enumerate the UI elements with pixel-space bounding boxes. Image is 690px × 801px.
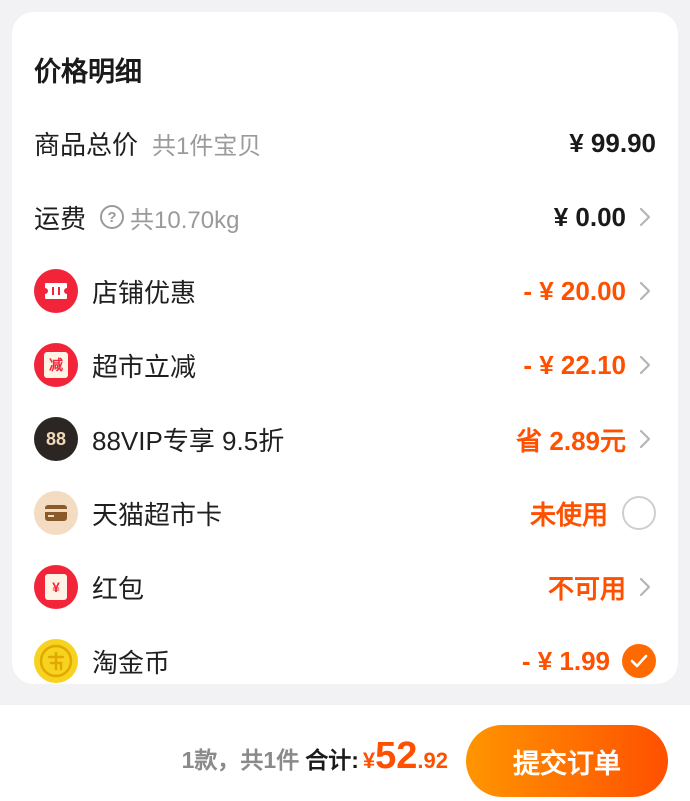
row-label: 超市立减 [92, 351, 197, 382]
goods-total-value: ¥ 99.90 [569, 127, 656, 158]
row-label: 天猫超市卡 [92, 499, 223, 530]
taobao-coin-icon [34, 639, 78, 683]
vip-88-text: 88 [45, 428, 67, 449]
chevron-right-icon [634, 428, 656, 450]
red-envelope-status: 不可用 [547, 573, 626, 604]
market-card-icon [34, 491, 78, 535]
row-label: 淘金币 [92, 647, 171, 678]
row-red-envelope[interactable]: ¥ 红包 不可用 [12, 550, 678, 624]
vip-88-icon: 88 [34, 417, 78, 461]
chevron-right-icon [634, 576, 656, 598]
shop-discount-value: - ¥ 20.00 [523, 275, 626, 306]
total-label: 合计: [305, 747, 359, 773]
price-detail-card: 价格明细 商品总价 共1件宝贝 ¥ 99.90 运费 ? 共10.70kg ¥ … [12, 12, 678, 684]
row-88vip[interactable]: 88 88VIP专享 9.5折 省 2.89元 [12, 402, 678, 476]
shipping-value: ¥ 0.00 [553, 201, 626, 232]
market-reduction-value: - ¥ 22.10 [523, 349, 626, 380]
red-envelope-symbol: ¥ [45, 574, 67, 600]
row-shop-discount[interactable]: 店铺优惠 - ¥ 20.00 [12, 254, 678, 328]
reduce-badge-text: 减 [44, 352, 68, 378]
chevron-right-icon [634, 280, 656, 302]
checkout-bar: 1款，共1件 合计: ¥ 52 .92 提交订单 [0, 705, 690, 801]
row-sublabel: 共10.70kg [130, 206, 240, 234]
item-count: 1款，共1件 [181, 747, 300, 773]
row-taobao-coin[interactable]: 淘金币 - ¥ 1.99 [12, 624, 678, 698]
taobao-coin-value: - ¥ 1.99 [521, 645, 610, 676]
reduce-badge-icon: 减 [34, 343, 78, 387]
market-card-status: 未使用 [529, 499, 608, 530]
row-sublabel: 共1件宝贝 [152, 132, 262, 160]
row-tmall-market-card[interactable]: 天猫超市卡 未使用 [12, 476, 678, 550]
row-label: 商品总价 [34, 129, 139, 160]
market-card-radio[interactable] [622, 496, 656, 530]
row-label: 店铺优惠 [92, 277, 197, 308]
checkmark-icon[interactable] [622, 644, 656, 678]
total-currency: ¥ [362, 748, 376, 773]
row-label: 88VIP专享 9.5折 [92, 425, 285, 456]
submit-order-button[interactable]: 提交订单 [466, 725, 668, 797]
coupon-ticket-icon [34, 269, 78, 313]
vip-savings-value: 省 2.89元 [516, 425, 626, 456]
order-summary: 1款，共1件 合计: ¥ 52 .92 [182, 735, 448, 778]
chevron-right-icon [634, 206, 656, 228]
red-envelope-icon: ¥ [34, 565, 78, 609]
row-shipping[interactable]: 运费 ? 共10.70kg ¥ 0.00 [12, 180, 678, 254]
total-integer: 52 [375, 735, 418, 777]
row-goods-total: 商品总价 共1件宝贝 ¥ 99.90 [12, 106, 678, 180]
row-market-reduction[interactable]: 减 超市立减 - ¥ 22.10 [12, 328, 678, 402]
row-label: 运费 [34, 203, 87, 234]
row-label: 红包 [92, 573, 145, 604]
chevron-right-icon [634, 354, 656, 376]
total-decimal: .92 [417, 748, 448, 773]
question-mark-icon[interactable]: ? [100, 205, 125, 229]
section-title: 价格明细 [34, 57, 142, 87]
